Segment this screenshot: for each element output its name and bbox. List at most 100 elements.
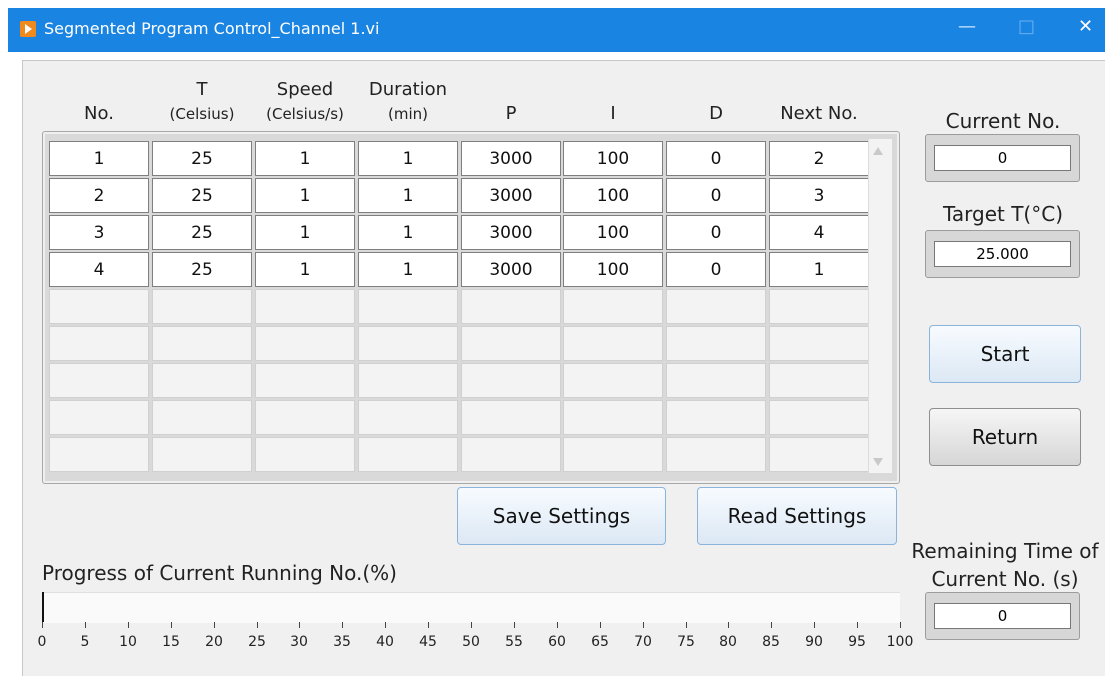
table-cell[interactable] <box>563 363 663 398</box>
column-header-line1 <box>48 78 150 102</box>
table-cell[interactable] <box>461 363 561 398</box>
table-cell[interactable] <box>358 363 458 398</box>
table-cell[interactable]: 25 <box>152 178 252 213</box>
table-scrollbar[interactable] <box>868 139 892 473</box>
table-cell[interactable] <box>769 363 869 398</box>
table-cell[interactable]: 1 <box>358 141 458 176</box>
table-cell[interactable]: 1 <box>255 215 355 250</box>
scale-tick <box>514 622 515 628</box>
table-cell[interactable]: 1 <box>49 141 149 176</box>
table-cell[interactable]: 100 <box>563 252 663 287</box>
table-cell[interactable] <box>152 400 252 435</box>
table-cell[interactable] <box>769 326 869 361</box>
table-cell[interactable]: 3 <box>769 178 869 213</box>
table-cell[interactable]: 1 <box>358 252 458 287</box>
table-cell[interactable]: 1 <box>255 141 355 176</box>
table-cell[interactable] <box>563 400 663 435</box>
scale-tick <box>728 622 729 628</box>
table-cell[interactable] <box>255 363 355 398</box>
table-cell[interactable] <box>666 289 766 324</box>
maximize-button[interactable]: □ <box>1018 16 1035 37</box>
column-header-line2: (min) <box>388 105 428 123</box>
table-cell[interactable] <box>152 289 252 324</box>
table-cell[interactable]: 0 <box>666 178 766 213</box>
table-cell[interactable]: 0 <box>666 215 766 250</box>
table-cell[interactable] <box>358 289 458 324</box>
read-settings-button[interactable]: Read Settings <box>697 487 897 545</box>
scale-tick-label: 45 <box>419 634 437 650</box>
table-cell[interactable]: 1 <box>769 252 869 287</box>
table-cell[interactable] <box>461 289 561 324</box>
table-cell[interactable] <box>255 326 355 361</box>
table-cell[interactable] <box>152 326 252 361</box>
current-no-value: 0 <box>934 145 1071 171</box>
table-cell[interactable] <box>666 326 766 361</box>
table-cell[interactable]: 100 <box>563 178 663 213</box>
scale-tick-label: 60 <box>548 634 566 650</box>
table-cell[interactable] <box>769 400 869 435</box>
table-cell[interactable]: 100 <box>563 215 663 250</box>
table-cell[interactable] <box>461 437 561 472</box>
table-cell[interactable]: 100 <box>563 141 663 176</box>
remaining-time-label-line1: Remaining Time of <box>911 539 1099 563</box>
table-cell[interactable] <box>255 400 355 435</box>
table-cell[interactable]: 3 <box>49 215 149 250</box>
table-cell[interactable] <box>255 289 355 324</box>
scroll-up-icon[interactable] <box>873 147 883 155</box>
start-button[interactable]: Start <box>929 325 1081 383</box>
table-cell[interactable]: 3000 <box>461 215 561 250</box>
table-cell[interactable] <box>563 289 663 324</box>
table-cell[interactable]: 2 <box>49 178 149 213</box>
progress-marker <box>42 592 44 622</box>
save-settings-button[interactable]: Save Settings <box>457 487 666 545</box>
table-cell[interactable]: 0 <box>666 252 766 287</box>
table-cell[interactable]: 25 <box>152 141 252 176</box>
table-cell[interactable] <box>358 400 458 435</box>
return-button[interactable]: Return <box>929 408 1081 466</box>
table-cell[interactable] <box>152 363 252 398</box>
table-cell[interactable] <box>358 437 458 472</box>
table-cell[interactable]: 25 <box>152 215 252 250</box>
table-cell[interactable]: 1 <box>255 252 355 287</box>
scroll-down-icon[interactable] <box>873 458 883 466</box>
table-cell[interactable] <box>358 326 458 361</box>
scale-tick-label: 35 <box>333 634 351 650</box>
table-cell[interactable]: 3000 <box>461 252 561 287</box>
table-cell[interactable] <box>666 400 766 435</box>
scale-tick <box>85 622 86 628</box>
table-cell[interactable]: 3000 <box>461 141 561 176</box>
close-button[interactable]: ✕ <box>1078 16 1093 37</box>
column-header: No. <box>48 78 150 126</box>
table-cell[interactable] <box>49 326 149 361</box>
scale-tick <box>428 622 429 628</box>
table-cell[interactable] <box>49 400 149 435</box>
table-cell[interactable]: 2 <box>769 141 869 176</box>
remaining-time-label-line2: Current No. (s) <box>931 567 1079 591</box>
title-bar: Segmented Program Control_Channel 1.vi —… <box>8 8 1105 52</box>
table-cell[interactable] <box>666 363 766 398</box>
table-cell[interactable] <box>49 437 149 472</box>
table-cell[interactable] <box>563 326 663 361</box>
table-cell[interactable]: 0 <box>666 141 766 176</box>
table-cell[interactable]: 1 <box>255 178 355 213</box>
table-cell[interactable] <box>49 363 149 398</box>
table-cell[interactable]: 25 <box>152 252 252 287</box>
table-cell[interactable] <box>563 437 663 472</box>
table-cell[interactable]: 3000 <box>461 178 561 213</box>
table-cell[interactable]: 4 <box>49 252 149 287</box>
table-cell[interactable] <box>461 400 561 435</box>
column-header-line2: (Celsius/s) <box>266 105 344 123</box>
scale-tick <box>771 622 772 628</box>
table-cell[interactable]: 1 <box>358 178 458 213</box>
table-cell[interactable]: 4 <box>769 215 869 250</box>
table-cell[interactable] <box>769 289 869 324</box>
table-cell[interactable] <box>461 326 561 361</box>
table-cell[interactable] <box>666 437 766 472</box>
minimize-button[interactable]: — <box>958 16 976 37</box>
table-cell[interactable] <box>255 437 355 472</box>
table-cell[interactable]: 1 <box>358 215 458 250</box>
scale-tick-label: 85 <box>762 634 780 650</box>
table-cell[interactable] <box>152 437 252 472</box>
table-cell[interactable] <box>769 437 869 472</box>
table-cell[interactable] <box>49 289 149 324</box>
